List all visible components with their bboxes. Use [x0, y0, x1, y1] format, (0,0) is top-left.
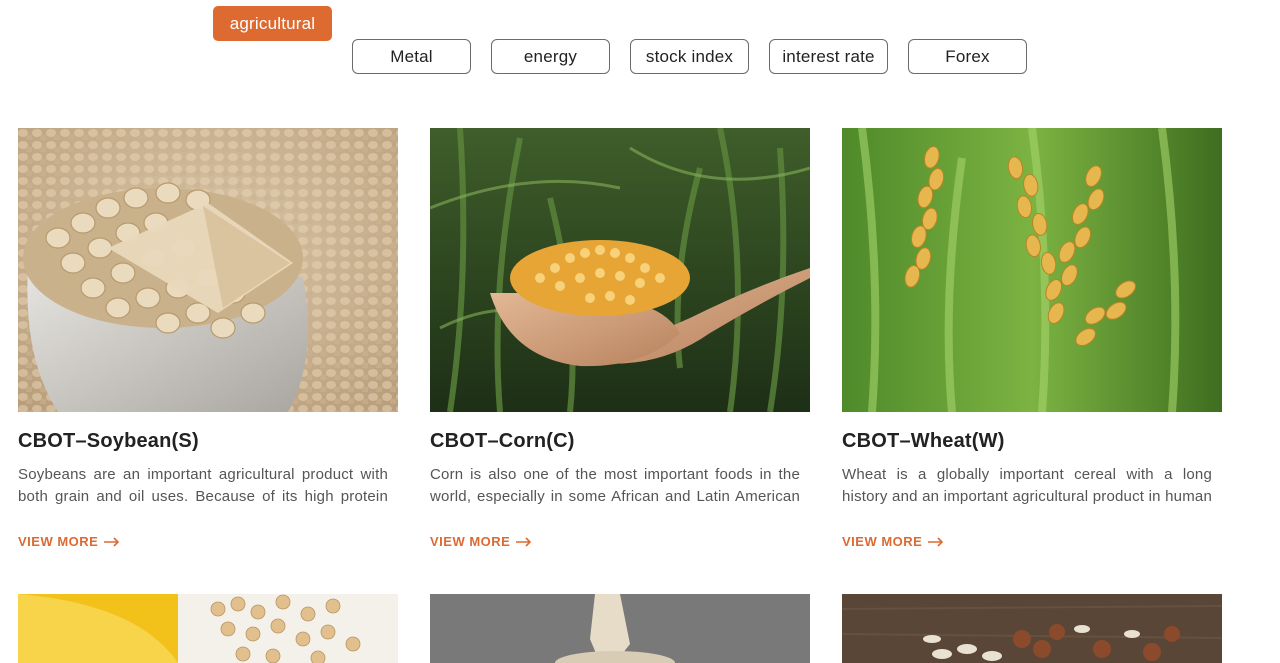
product-card-wheat[interactable]: CBOT–Wheat(W) Wheat is a globally import… — [842, 128, 1222, 549]
tab-interest-rate[interactable]: interest rate — [769, 39, 888, 74]
card-description: Corn is also one of the most important f… — [430, 466, 800, 505]
tab-metal[interactable]: Metal — [352, 39, 471, 74]
tab-agricultural[interactable]: agricultural — [213, 6, 332, 41]
card-title[interactable]: CBOT–Corn(C) — [430, 430, 575, 453]
product-card-soybean-oil[interactable] — [18, 594, 398, 663]
tab-stock-index[interactable]: stock index — [630, 39, 749, 74]
product-card-flour[interactable] — [430, 594, 810, 663]
view-more-label: VIEW MORE — [430, 534, 511, 549]
view-more-link[interactable]: VIEW MORE — [18, 534, 120, 549]
arrow-right-icon — [516, 536, 532, 547]
arrow-right-icon — [928, 536, 944, 547]
product-card-soybean[interactable]: CBOT–Soybean(S) Soybeans are an importan… — [18, 128, 398, 549]
view-more-link[interactable]: VIEW MORE — [842, 534, 944, 549]
product-card-nuts[interactable] — [842, 594, 1222, 663]
tab-energy[interactable]: energy — [491, 39, 610, 74]
mixed-nuts-on-wood-picture — [842, 594, 1222, 663]
product-card-corn[interactable]: CBOT–Corn(C) Corn is also one of the mos… — [430, 128, 810, 549]
view-more-label: VIEW MORE — [842, 534, 923, 549]
wheat-image[interactable] — [842, 128, 1222, 412]
wheat-ears-in-field-picture — [842, 128, 1222, 412]
view-more-label: VIEW MORE — [18, 534, 99, 549]
soybeans-in-sack-picture — [18, 128, 398, 412]
card-description: Wheat is a globally important cereal wit… — [842, 466, 1212, 505]
corn-kernels-in-hands-picture — [430, 128, 810, 412]
card-description: Soybeans are an important agricultural p… — [18, 466, 388, 505]
card-title[interactable]: CBOT–Wheat(W) — [842, 430, 1005, 453]
soybean-oil-and-beans-picture — [18, 594, 398, 663]
soybean-image[interactable] — [18, 128, 398, 412]
flour-pouring-picture — [430, 594, 810, 663]
tab-forex[interactable]: Forex — [908, 39, 1027, 74]
page: agricultural Metal energy stock index in… — [0, 0, 1280, 663]
arrow-right-icon — [104, 536, 120, 547]
view-more-link[interactable]: VIEW MORE — [430, 534, 532, 549]
corn-image[interactable] — [430, 128, 810, 412]
card-title[interactable]: CBOT–Soybean(S) — [18, 430, 199, 453]
